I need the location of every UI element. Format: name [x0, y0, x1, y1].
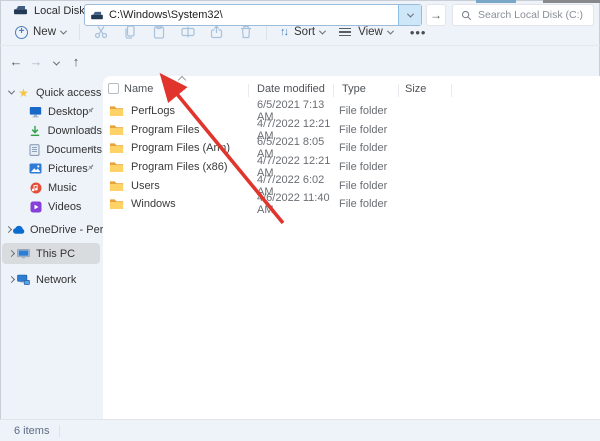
chevron-down-icon [387, 27, 394, 34]
chevron-right-icon[interactable] [6, 251, 16, 256]
file-row-users[interactable]: Users 4/7/2022 6:02 AM File folder [103, 176, 600, 195]
search-placeholder: Search Local Disk (C:) [478, 9, 583, 21]
rename-icon [180, 24, 196, 40]
folder-icon [109, 180, 124, 192]
main-area: ★ Quick access Desktop Downloads [0, 76, 600, 419]
pin-icon [86, 125, 95, 137]
this-pc-icon [17, 248, 30, 260]
toolbar-divider [79, 24, 80, 40]
go-button[interactable]: → [426, 4, 446, 26]
paste-icon [151, 24, 167, 40]
navigation-sidebar: ★ Quick access Desktop Downloads [0, 76, 102, 419]
music-icon [29, 182, 42, 194]
file-row-program-files-x86[interactable]: Program Files (x86) 4/7/2022 12:21 AM Fi… [103, 158, 600, 177]
new-button-label: New [33, 26, 56, 38]
column-header-name[interactable]: Name [124, 83, 153, 95]
search-icon [461, 10, 472, 21]
folder-icon [109, 161, 124, 173]
view-button-label: View [358, 26, 383, 38]
downloads-icon [29, 125, 42, 137]
folder-icon [109, 124, 124, 136]
toolbar-divider [266, 24, 267, 40]
copy-icon [122, 24, 138, 40]
pictures-icon [29, 163, 42, 175]
chevron-down-icon[interactable] [6, 90, 16, 95]
sidebar-item-downloads[interactable]: Downloads [0, 121, 102, 140]
address-path[interactable]: C:\Windows\System32\ [109, 9, 398, 21]
sidebar-item-desktop[interactable]: Desktop [0, 102, 102, 121]
column-headers: Name Date modified Type Size [103, 80, 600, 100]
column-header-size[interactable]: Size [405, 83, 426, 95]
delete-icon [238, 24, 254, 40]
chevron-right-icon[interactable] [6, 227, 11, 232]
view-icon [339, 28, 351, 37]
up-button[interactable]: ↑ [66, 54, 86, 69]
status-bar: 6 items [0, 419, 600, 441]
videos-icon [29, 201, 42, 213]
sidebar-item-this-pc[interactable]: This PC [2, 243, 100, 264]
chevron-down-icon [319, 27, 326, 34]
drive-icon [91, 11, 103, 20]
chevron-down-icon [52, 58, 59, 65]
sidebar-item-videos[interactable]: Videos [0, 197, 102, 216]
address-bar[interactable]: C:\Windows\System32\ [84, 4, 422, 26]
address-dropdown-button[interactable] [398, 5, 421, 25]
pin-icon [86, 163, 95, 175]
network-icon [17, 274, 30, 286]
sidebar-item-documents[interactable]: Documents [0, 140, 102, 159]
chevron-right-icon[interactable] [6, 277, 16, 282]
new-button[interactable]: + New [8, 22, 73, 43]
forward-button[interactable]: → [26, 54, 46, 69]
pin-icon [86, 144, 95, 156]
chevron-down-icon [406, 10, 413, 17]
cut-icon [93, 24, 109, 40]
pin-icon [86, 106, 95, 118]
file-row-program-files[interactable]: Program Files 4/7/2022 12:21 AM File fol… [103, 121, 600, 140]
onedrive-cloud-icon [12, 224, 25, 236]
recent-locations-button[interactable] [46, 54, 66, 69]
navigation-row: ← → ↑ [0, 46, 600, 76]
search-box[interactable]: Search Local Disk (C:) [452, 4, 594, 26]
file-row-program-files-arm[interactable]: Program Files (Arm) 6/5/2021 8:05 AM Fil… [103, 139, 600, 158]
sort-button-label: Sort [294, 26, 315, 38]
see-more-button[interactable]: ••• [400, 25, 437, 40]
folder-icon [109, 198, 124, 210]
sort-ascending-caret-icon [178, 76, 186, 84]
sidebar-item-quick-access[interactable]: ★ Quick access [0, 83, 102, 102]
sidebar-item-music[interactable]: Music [0, 178, 102, 197]
star-icon: ★ [17, 87, 30, 99]
sidebar-item-network[interactable]: Network [0, 269, 102, 290]
sidebar-item-pictures[interactable]: Pictures [0, 159, 102, 178]
share-icon [209, 24, 225, 40]
folder-icon [109, 105, 124, 117]
select-all-checkbox[interactable] [108, 83, 119, 94]
file-list-pane: Name Date modified Type Size PerfLogs 6/… [103, 76, 600, 419]
file-row-windows[interactable]: Windows 4/6/2022 11:40 AM File folder [103, 195, 600, 214]
column-header-type[interactable]: Type [342, 83, 366, 95]
documents-icon [29, 144, 40, 156]
desktop-icon [29, 106, 42, 118]
item-count: 6 items [14, 425, 49, 437]
back-button[interactable]: ← [6, 54, 26, 69]
plus-icon: + [15, 26, 28, 39]
chevron-down-icon [60, 27, 67, 34]
column-header-date-modified[interactable]: Date modified [257, 83, 325, 95]
sort-arrows-icon: ↑↓ [280, 26, 287, 38]
drive-icon [14, 2, 27, 20]
file-row-perflogs[interactable]: PerfLogs 6/5/2021 7:13 AM File folder [103, 102, 600, 121]
folder-icon [109, 142, 124, 154]
sidebar-item-onedrive[interactable]: OneDrive - Personal [0, 219, 102, 240]
file-rows: PerfLogs 6/5/2021 7:13 AM File folder Pr… [103, 102, 600, 214]
